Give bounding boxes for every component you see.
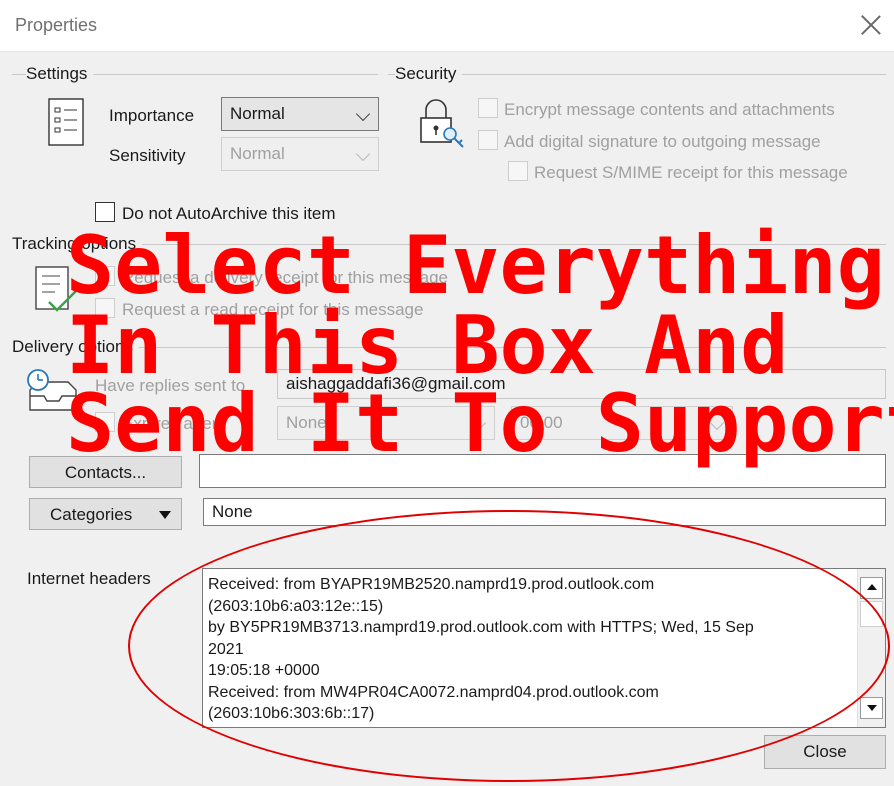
- header-line: (2603:10b6:303:6b::17): [208, 705, 375, 722]
- header-line: Received: from MW4PR04CA0072.namprd04.pr…: [208, 683, 659, 701]
- sensitivity-value: Normal: [230, 144, 285, 163]
- scroll-down-icon[interactable]: [860, 697, 883, 719]
- close-button[interactable]: Close: [764, 735, 886, 769]
- chevron-down-icon: [355, 106, 371, 122]
- scroll-thumb[interactable]: [860, 601, 883, 627]
- smime-receipt-label: Request S/MIME receipt for this message: [534, 163, 848, 182]
- window-title: Properties: [15, 15, 98, 35]
- lock-key-icon: [420, 99, 464, 148]
- headers-scrollbar[interactable]: [857, 569, 885, 727]
- categories-button[interactable]: Categories: [29, 498, 182, 530]
- header-line: Received: from BYAPR19MB2520.namprd19.pr…: [208, 576, 655, 593]
- header-line: 2021: [208, 640, 244, 658]
- annotation-line-1: Select Everything: [66, 219, 885, 312]
- security-divider: [388, 74, 886, 75]
- digital-signature-label: Add digital signature to outgoing messag…: [504, 132, 821, 151]
- sensitivity-label: Sensitivity: [109, 146, 186, 165]
- dropdown-arrow-icon: [159, 511, 171, 519]
- importance-label: Importance: [109, 106, 195, 125]
- categories-field[interactable]: None: [203, 498, 886, 526]
- internet-headers-text[interactable]: Received: from BYAPR19MB2520.namprd19.pr…: [208, 574, 858, 725]
- header-line: by BY5PR19MB3713.namprd19.prod.outlook.c…: [208, 619, 754, 636]
- importance-value: Normal: [230, 104, 285, 123]
- encrypt-checkbox[interactable]: [478, 98, 498, 118]
- smime-receipt-checkbox[interactable]: [508, 161, 528, 181]
- encrypt-label: Encrypt message contents and attachments: [504, 100, 835, 119]
- internet-headers-box[interactable]: Received: from BYAPR19MB2520.namprd19.pr…: [202, 568, 886, 728]
- security-title: Security: [395, 64, 463, 84]
- settings-title: Settings: [26, 64, 94, 84]
- header-line: 19:05:18 +0000: [208, 662, 320, 679]
- header-line: (2603:10b6:a03:12e::15): [208, 597, 384, 615]
- title-bar: Properties: [0, 0, 894, 52]
- sensitivity-select[interactable]: Normal: [221, 137, 379, 171]
- categories-button-label: Categories: [50, 505, 133, 524]
- scroll-up-icon[interactable]: [860, 577, 883, 599]
- digital-signature-checkbox[interactable]: [478, 130, 498, 150]
- chevron-down-icon: [355, 146, 371, 162]
- annotation-line-3: Send It To Support: [66, 377, 894, 470]
- importance-select[interactable]: Normal: [221, 97, 379, 131]
- settings-list-icon: [48, 98, 84, 146]
- close-icon[interactable]: [860, 14, 882, 36]
- internet-headers-label: Internet headers: [27, 569, 151, 588]
- annotation-line-2: In This Box And: [66, 299, 789, 392]
